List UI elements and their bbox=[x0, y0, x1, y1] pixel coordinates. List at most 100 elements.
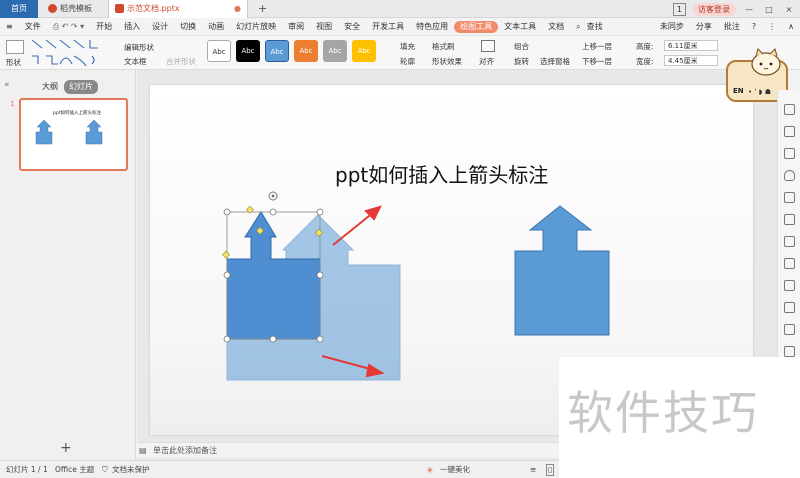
theme-name: Office 主题 bbox=[55, 465, 95, 474]
shape-style-swatch-2[interactable]: Abc bbox=[236, 40, 260, 62]
shape-effect-button[interactable]: 形状效果 bbox=[432, 56, 462, 67]
select-pane-button[interactable]: 选择窗格 bbox=[540, 56, 570, 67]
menu-item-features[interactable]: 特色应用 bbox=[410, 21, 454, 32]
image-icon[interactable] bbox=[784, 258, 795, 269]
shape-style-swatch-4[interactable]: Abc bbox=[294, 40, 318, 62]
width-input[interactable]: 4.45厘米 bbox=[664, 55, 718, 66]
share-button[interactable]: 分享 bbox=[690, 21, 718, 32]
menu-item-security[interactable]: 安全 bbox=[338, 21, 366, 32]
search-icon[interactable]: ⌕ bbox=[570, 22, 586, 32]
height-label: 高度: bbox=[636, 42, 654, 51]
menu-item-insert[interactable]: 插入 bbox=[118, 21, 146, 32]
shape-style-swatch-6[interactable]: Abc bbox=[352, 40, 376, 62]
normal-view-icon[interactable]: ▯ bbox=[546, 464, 555, 476]
audio-icon[interactable] bbox=[784, 346, 795, 357]
link-icon[interactable] bbox=[784, 280, 795, 291]
fill-button[interactable]: 填充 bbox=[400, 41, 415, 52]
tab-document[interactable]: 示范文档.pptx ● bbox=[108, 0, 248, 18]
close-button[interactable]: × bbox=[782, 5, 796, 14]
menu-item-slideshow[interactable]: 幻灯片放映 bbox=[230, 21, 282, 32]
bring-forward-button[interactable]: 上移一层 bbox=[582, 41, 612, 52]
new-tab-button[interactable]: + bbox=[252, 0, 267, 18]
height-input[interactable]: 6.11厘米 bbox=[664, 40, 718, 51]
slide-panel: « 大纲 幻灯片 1 ppt如何插入上箭头标注 + bbox=[0, 70, 136, 460]
chart-icon[interactable] bbox=[784, 214, 795, 225]
table-icon[interactable] bbox=[784, 324, 795, 335]
comment-button[interactable]: 批注 bbox=[718, 21, 746, 32]
login-button[interactable]: 访客登录 bbox=[692, 2, 736, 16]
up-arrow-callout bbox=[514, 205, 610, 336]
add-slide-button[interactable]: + bbox=[60, 440, 72, 456]
fill-bucket-icon[interactable] bbox=[784, 170, 795, 181]
protect-status[interactable]: 文档未保护 bbox=[112, 461, 150, 478]
watermark: 软件技巧 bbox=[559, 357, 800, 478]
menu-item-devtools[interactable]: 开发工具 bbox=[366, 21, 410, 32]
mascot-tool-icons: • ʼ ◗ ☗ bbox=[748, 88, 771, 96]
shape-style-swatch-1[interactable]: Abc bbox=[207, 40, 231, 62]
menu-item-animation[interactable]: 动画 bbox=[202, 21, 230, 32]
beautify-button[interactable]: 一键美化 bbox=[440, 461, 470, 478]
thumb-arrows bbox=[35, 119, 103, 145]
slide-settings-icon[interactable] bbox=[784, 192, 795, 203]
daoke-logo-icon bbox=[48, 4, 57, 13]
edit-shape-button[interactable]: 编辑形状 bbox=[124, 42, 154, 53]
more-icon[interactable]: ⋮ bbox=[762, 22, 782, 31]
ribbon-toolbar: 形状 编辑形状 文本框 合并形状 Abc Abc Abc Abc Abc Abc… bbox=[0, 36, 800, 70]
shapes-gallery-icon[interactable] bbox=[6, 40, 24, 54]
rotate-button[interactable]: 旋转 bbox=[514, 56, 529, 67]
shape-property-icon[interactable] bbox=[784, 104, 795, 115]
window-count-badge: 1 bbox=[672, 2, 686, 16]
notes-placeholder: 单击此处添加备注 bbox=[153, 446, 217, 455]
sync-status[interactable]: 未同步 bbox=[654, 21, 690, 32]
tab-slides[interactable]: 幻灯片 bbox=[64, 80, 98, 94]
tab-home[interactable]: 首页 bbox=[0, 0, 38, 18]
menu-item-design[interactable]: 设计 bbox=[146, 21, 174, 32]
title-bar: 首页 稻壳模板 示范文档.pptx ● + 1 访客登录 — □ × bbox=[0, 0, 800, 18]
merge-shape-button[interactable]: 合并形状 bbox=[166, 56, 196, 67]
minimize-button[interactable]: — bbox=[742, 5, 756, 14]
menu-item-text-tools[interactable]: 文本工具 bbox=[498, 21, 542, 32]
menu-file[interactable]: 文件 bbox=[19, 21, 47, 32]
hamburger-icon[interactable]: ≡ bbox=[0, 22, 19, 31]
menu-item-transition[interactable]: 切换 bbox=[174, 21, 202, 32]
transform-icon[interactable] bbox=[784, 148, 795, 159]
slide-thumbnail[interactable]: ppt如何插入上箭头标注 bbox=[19, 98, 128, 171]
arrow-shapes-grid[interactable] bbox=[30, 38, 108, 68]
group-button[interactable]: 组合 bbox=[514, 41, 529, 52]
maximize-button[interactable]: □ bbox=[762, 5, 776, 14]
notes-toggle-icon[interactable]: ≡ bbox=[530, 461, 536, 478]
collapse-ribbon-icon[interactable]: ∧ bbox=[782, 22, 800, 31]
cat-mascot-icon bbox=[751, 48, 781, 76]
tab-close-dot-icon[interactable]: ● bbox=[234, 0, 241, 18]
width-label: 宽度: bbox=[636, 57, 654, 66]
menu-item-drawing-tools[interactable]: 绘图工具 bbox=[454, 20, 499, 33]
notes-icon: ▤ bbox=[139, 446, 147, 455]
menu-item-start[interactable]: 开始 bbox=[90, 21, 118, 32]
watermark-text: 软件技巧 bbox=[567, 386, 759, 440]
align-button[interactable]: 对齐 bbox=[479, 56, 494, 67]
slide-counter: 幻灯片 1 / 1 bbox=[6, 465, 48, 474]
send-backward-button[interactable]: 下移一层 bbox=[582, 56, 612, 67]
menu-item-doc[interactable]: 文档 bbox=[542, 21, 570, 32]
shape-style-swatch-3[interactable]: Abc bbox=[265, 40, 289, 62]
shape-style-swatch-5[interactable]: Abc bbox=[323, 40, 347, 62]
menu-item-review[interactable]: 审阅 bbox=[282, 21, 310, 32]
ppt-file-icon bbox=[115, 4, 124, 13]
input-mode-label: EN bbox=[733, 87, 744, 95]
format-brush-button[interactable]: 格式刷 bbox=[432, 41, 455, 52]
textbox-button[interactable]: 文本框 bbox=[124, 56, 147, 67]
quick-access-icons[interactable]: ⎙ ↶ ↷ ▾ bbox=[47, 22, 90, 32]
menu-item-view[interactable]: 视图 bbox=[310, 21, 338, 32]
shapes-button[interactable]: 形状 bbox=[6, 57, 21, 68]
outline-button[interactable]: 轮廓 bbox=[400, 56, 415, 67]
tab-outline[interactable]: 大纲 bbox=[42, 80, 58, 94]
tab-document-label: 示范文档.pptx bbox=[127, 4, 180, 13]
copy-icon[interactable] bbox=[784, 126, 795, 137]
menu-bar: ≡ 文件 ⎙ ↶ ↷ ▾ 开始 插入 设计 切换 动画 幻灯片放映 审阅 视图 … bbox=[0, 18, 800, 36]
layout-icon[interactable] bbox=[784, 236, 795, 247]
rotate-handle-icon bbox=[268, 191, 278, 201]
upload-icon[interactable] bbox=[784, 302, 795, 313]
shield-icon: ⛉ bbox=[102, 465, 108, 474]
search-button[interactable]: 查找 bbox=[587, 21, 609, 32]
help-icon[interactable]: ? bbox=[746, 22, 762, 31]
